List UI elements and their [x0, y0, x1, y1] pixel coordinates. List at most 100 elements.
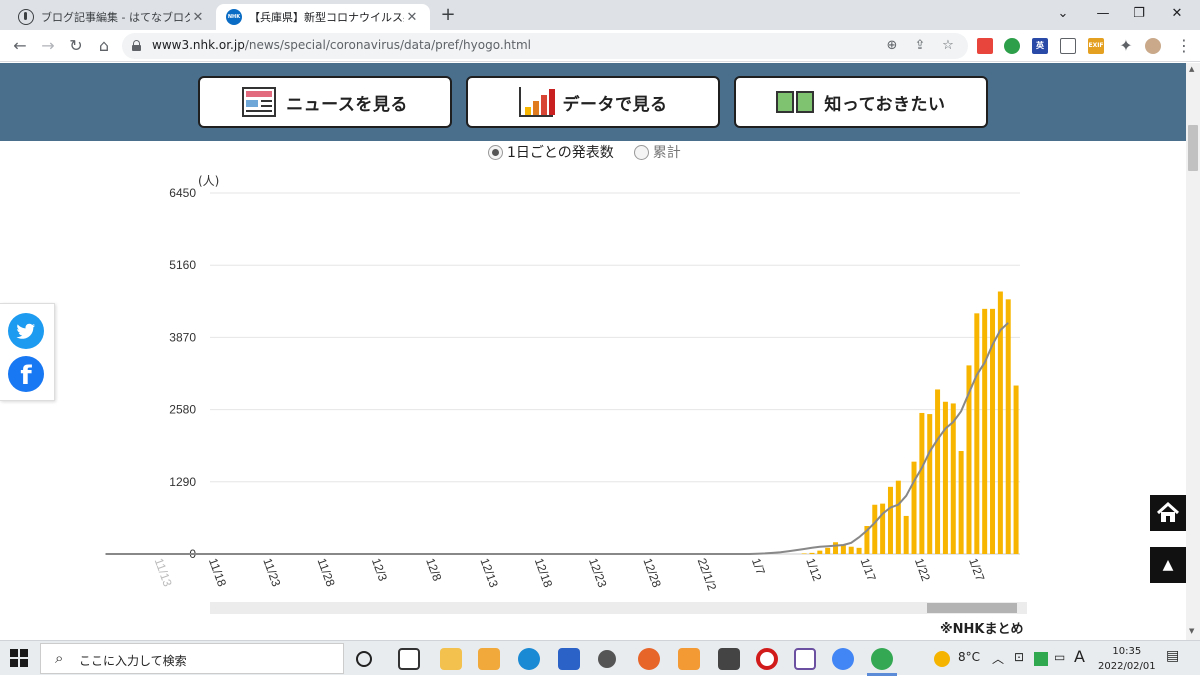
- home-icon[interactable]: ⌂: [92, 34, 116, 58]
- x-tick-label: 12/13: [477, 556, 501, 589]
- settings-gear-icon[interactable]: [598, 650, 616, 668]
- home-button[interactable]: [1150, 495, 1186, 531]
- media-player-icon[interactable]: [678, 648, 700, 670]
- bar: [817, 550, 823, 554]
- app-icon[interactable]: [718, 648, 740, 670]
- hatena-favicon-icon: [18, 9, 34, 25]
- tab-hatena-blog[interactable]: ブログ記事編集 - はてなブログ ✕: [8, 4, 216, 30]
- x-tick-label: 12/18: [532, 556, 556, 589]
- windows-taskbar: ⌕ ここに入力して検索 8°C ︿ ⊡ ▭ A 10:35 2022/02/01…: [0, 640, 1200, 676]
- house-icon: [1156, 501, 1180, 522]
- bar: [911, 461, 917, 554]
- network-icon[interactable]: ▭: [1054, 650, 1065, 664]
- bar: [887, 486, 893, 554]
- bar: [927, 414, 933, 554]
- zoom-icon[interactable]: ⊕: [882, 36, 902, 56]
- search-icon: ⌕: [55, 649, 64, 667]
- bar: [958, 451, 964, 554]
- page-scroll-thumb[interactable]: [1188, 125, 1198, 171]
- address-bar[interactable]: www3.nhk.or.jp/news/special/coronavirus/…: [122, 33, 968, 59]
- chart-horizontal-scrollbar[interactable]: [210, 602, 1027, 614]
- tab-nhk-hyogo[interactable]: NHK 【兵庫県】新型コロナウイルス感染者 ✕: [216, 4, 430, 30]
- weather-temperature[interactable]: 8°C: [958, 650, 980, 664]
- x-tick-label: 11/23: [260, 556, 283, 588]
- twitter-share-icon[interactable]: [8, 313, 44, 349]
- close-window-button[interactable]: ✕: [1154, 0, 1200, 30]
- tab-title: ブログ記事編集 - はてなブログ: [41, 11, 190, 24]
- x-tick-label: 22/1/2: [695, 556, 720, 592]
- tv-extension-icon[interactable]: [977, 38, 993, 54]
- bookmark-star-icon[interactable]: ☆: [938, 36, 958, 56]
- lock-icon[interactable]: [132, 40, 141, 51]
- forward-icon[interactable]: →: [36, 34, 60, 58]
- bar: [1013, 385, 1019, 554]
- windows-start-icon[interactable]: [10, 649, 28, 667]
- browser-menu-icon[interactable]: ⋮: [1172, 34, 1196, 58]
- facebook-share-icon[interactable]: f: [8, 356, 44, 392]
- new-tab-button[interactable]: +: [437, 4, 459, 26]
- x-tick-label: 11/28: [315, 556, 338, 588]
- bar: [809, 552, 815, 554]
- scroll-up-icon[interactable]: ▲: [1189, 65, 1194, 73]
- notification-icon[interactable]: ▤: [1166, 648, 1179, 664]
- x-tick-label: 11/18: [206, 556, 229, 588]
- y-tick-label: 3870: [169, 330, 196, 344]
- x-tick-label: 1/12: [803, 556, 824, 583]
- bar: [856, 547, 862, 554]
- scroll-to-top-button[interactable]: ▲: [1150, 547, 1186, 583]
- url-text: www3.nhk.or.jp/news/special/coronavirus/…: [152, 38, 532, 52]
- chrome-icon[interactable]: [832, 648, 854, 670]
- back-icon[interactable]: ←: [8, 34, 32, 58]
- exif-extension-icon[interactable]: EXIF: [1088, 38, 1104, 54]
- tray-chevron-icon[interactable]: ︿: [992, 650, 1004, 667]
- taskbar-clock[interactable]: 10:35 2022/02/01: [1098, 644, 1156, 674]
- ime-mode[interactable]: A: [1074, 647, 1085, 666]
- share-icon[interactable]: ⇪: [910, 36, 930, 56]
- x-tick-label: 12/8: [423, 556, 444, 583]
- scroll-down-icon[interactable]: ▼: [1189, 627, 1194, 635]
- outlook-icon[interactable]: [478, 648, 500, 670]
- bar: [833, 542, 839, 554]
- y-tick-label: 2580: [169, 403, 196, 417]
- bar: [903, 515, 909, 554]
- task-view-icon[interactable]: [398, 648, 420, 670]
- taskbar-search-box[interactable]: ⌕ ここに入力して検索: [40, 643, 344, 674]
- y-tick-label: 6450: [169, 186, 196, 200]
- bar: [825, 547, 831, 554]
- y-tick-label: 1290: [169, 475, 196, 489]
- x-tick-label: 1/27: [966, 556, 987, 583]
- meet-now-icon[interactable]: ⊡: [1014, 650, 1024, 664]
- nhk-favicon-icon: NHK: [226, 9, 242, 25]
- tab-close-icon[interactable]: ✕: [190, 10, 206, 25]
- tab-title: 【兵庫県】新型コロナウイルス感染者: [249, 11, 404, 24]
- source-note: ※NHKまとめ: [940, 622, 1024, 637]
- share-panel: f: [0, 303, 55, 401]
- page-scrollbar[interactable]: ▲ ▼: [1186, 63, 1200, 640]
- chat-extension-icon[interactable]: [1060, 38, 1076, 54]
- extensions-puzzle-icon[interactable]: ✦: [1114, 34, 1138, 58]
- editor-app-icon[interactable]: [794, 648, 816, 670]
- x-tick-label: 12/28: [640, 556, 664, 589]
- chrome-profile-icon[interactable]: [871, 648, 893, 670]
- bar: [919, 412, 925, 554]
- tab-close-icon[interactable]: ✕: [404, 10, 420, 25]
- reload-icon[interactable]: ↻: [64, 34, 88, 58]
- english-dictionary-icon[interactable]: 英: [1032, 38, 1048, 54]
- weather-icon[interactable]: [934, 651, 950, 667]
- store-icon[interactable]: [558, 648, 580, 670]
- y-tick-label: 5160: [169, 258, 196, 272]
- file-explorer-icon[interactable]: [440, 648, 462, 670]
- globe-extension-icon[interactable]: [1004, 38, 1020, 54]
- tab-strip: ブログ記事編集 - はてなブログ ✕ NHK 【兵庫県】新型コロナウイルス感染者…: [0, 0, 1200, 30]
- page-content: ニュースを見る データで見る 知っておきたい 1日ごとの発表数 累計 6450 5…: [0, 63, 1186, 640]
- edge-icon[interactable]: [518, 648, 540, 670]
- browser-toolbar: ← → ↻ ⌂ www3.nhk.or.jp/news/special/coro…: [0, 30, 1200, 62]
- profile-avatar[interactable]: [1145, 38, 1161, 54]
- opera-icon[interactable]: [756, 648, 778, 670]
- bar: [848, 546, 854, 554]
- chart-scroll-thumb[interactable]: [927, 603, 1017, 613]
- line-tray-icon[interactable]: [1034, 652, 1048, 666]
- cortana-icon[interactable]: [356, 651, 372, 667]
- firefox-icon[interactable]: [638, 648, 660, 670]
- daily-cases-chart: 645051603870258012900(人)11/13 11/18 11/23 1…: [105, 174, 1020, 593]
